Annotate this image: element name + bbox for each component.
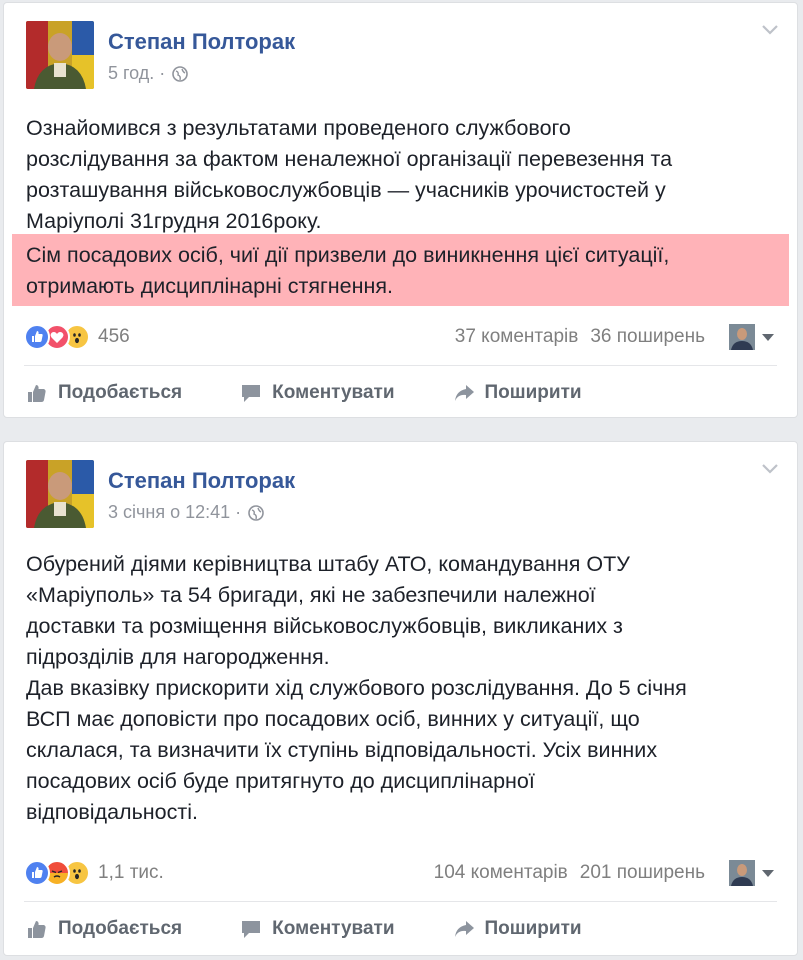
post-stats: 1,1 тис. 104 коментарів 201 поширень	[24, 857, 775, 889]
post-time[interactable]: 5 год. ·	[108, 63, 165, 84]
divider	[24, 365, 777, 366]
share-label: Поширити	[484, 382, 582, 403]
author-avatar[interactable]	[26, 460, 94, 528]
reaction-count[interactable]: 1,1 тис.	[98, 862, 164, 884]
action-bar: Подобається Коментувати Поширити	[26, 373, 777, 413]
like-button[interactable]: Подобається	[26, 382, 182, 404]
caret-down-icon[interactable]	[761, 332, 775, 342]
reaction-count[interactable]: 456	[98, 326, 130, 348]
caret-down-icon[interactable]	[761, 868, 775, 878]
chevron-down-icon[interactable]	[761, 462, 779, 476]
like-label: Подобається	[58, 918, 183, 939]
comment-button[interactable]: Коментувати	[240, 382, 395, 404]
share-count[interactable]: 36 поширень	[590, 326, 705, 348]
globe-icon	[172, 65, 189, 82]
chevron-down-icon[interactable]	[761, 23, 779, 37]
globe-icon	[248, 504, 264, 521]
author-avatar[interactable]	[26, 21, 94, 89]
like-label: Подобається	[58, 382, 183, 403]
highlighted-text-block: Сім посадових осіб, чиї дії призвели до …	[12, 234, 789, 306]
share-button[interactable]: Поширити	[453, 382, 582, 404]
post-meta: 3 січня о 12:41 ·	[108, 502, 264, 523]
comment-label: Коментувати	[272, 918, 395, 939]
comment-icon	[242, 921, 261, 938]
engagement-counts: 37 коментарів 36 поширень	[443, 324, 775, 350]
post-meta: 5 год. ·	[108, 63, 189, 84]
author-name[interactable]: Степан Полторак	[108, 468, 295, 494]
post-time[interactable]: 3 січня о 12:41 ·	[108, 502, 241, 523]
share-count[interactable]: 201 поширень	[580, 862, 705, 884]
comment-button[interactable]: Коментувати	[240, 918, 395, 940]
post-card: Степан Полторак 5 год. · Ознайомився з р…	[3, 2, 798, 418]
like-reaction-icon	[24, 860, 50, 886]
share-label: Поширити	[484, 918, 582, 939]
page-avatar[interactable]	[729, 324, 755, 350]
comment-count[interactable]: 37 коментарів	[455, 326, 579, 348]
comment-label: Коментувати	[272, 382, 395, 403]
engagement-counts: 104 коментарів 201 поширень	[422, 860, 775, 886]
page-avatar[interactable]	[729, 860, 755, 886]
post-text: Обурений діями керівництва штабу АТО, ко…	[26, 552, 687, 824]
highlighted-text: Сім посадових осіб, чиї дії призвели до …	[26, 243, 670, 298]
reactions[interactable]	[24, 324, 90, 350]
like-button[interactable]: Подобається	[26, 918, 182, 940]
divider	[24, 901, 777, 902]
share-arrow-icon	[454, 385, 474, 401]
like-reaction-icon	[24, 324, 50, 350]
share-arrow-icon	[454, 921, 474, 937]
post-card: Степан Полторак 3 січня о 12:41 · Обурен…	[3, 441, 798, 956]
author-name[interactable]: Степан Полторак	[108, 29, 295, 55]
reactions[interactable]	[24, 860, 90, 886]
action-bar: Подобається Коментувати Поширити	[26, 909, 777, 949]
share-button[interactable]: Поширити	[453, 918, 582, 940]
thumbs-up-icon	[28, 921, 46, 938]
comment-count[interactable]: 104 коментарів	[434, 862, 568, 884]
post-stats: 456 37 коментарів 36 поширень	[24, 321, 775, 353]
thumbs-up-icon	[28, 385, 46, 402]
post-text: Ознайомився з результатами проведеного с…	[26, 116, 673, 233]
comment-icon	[242, 385, 261, 402]
